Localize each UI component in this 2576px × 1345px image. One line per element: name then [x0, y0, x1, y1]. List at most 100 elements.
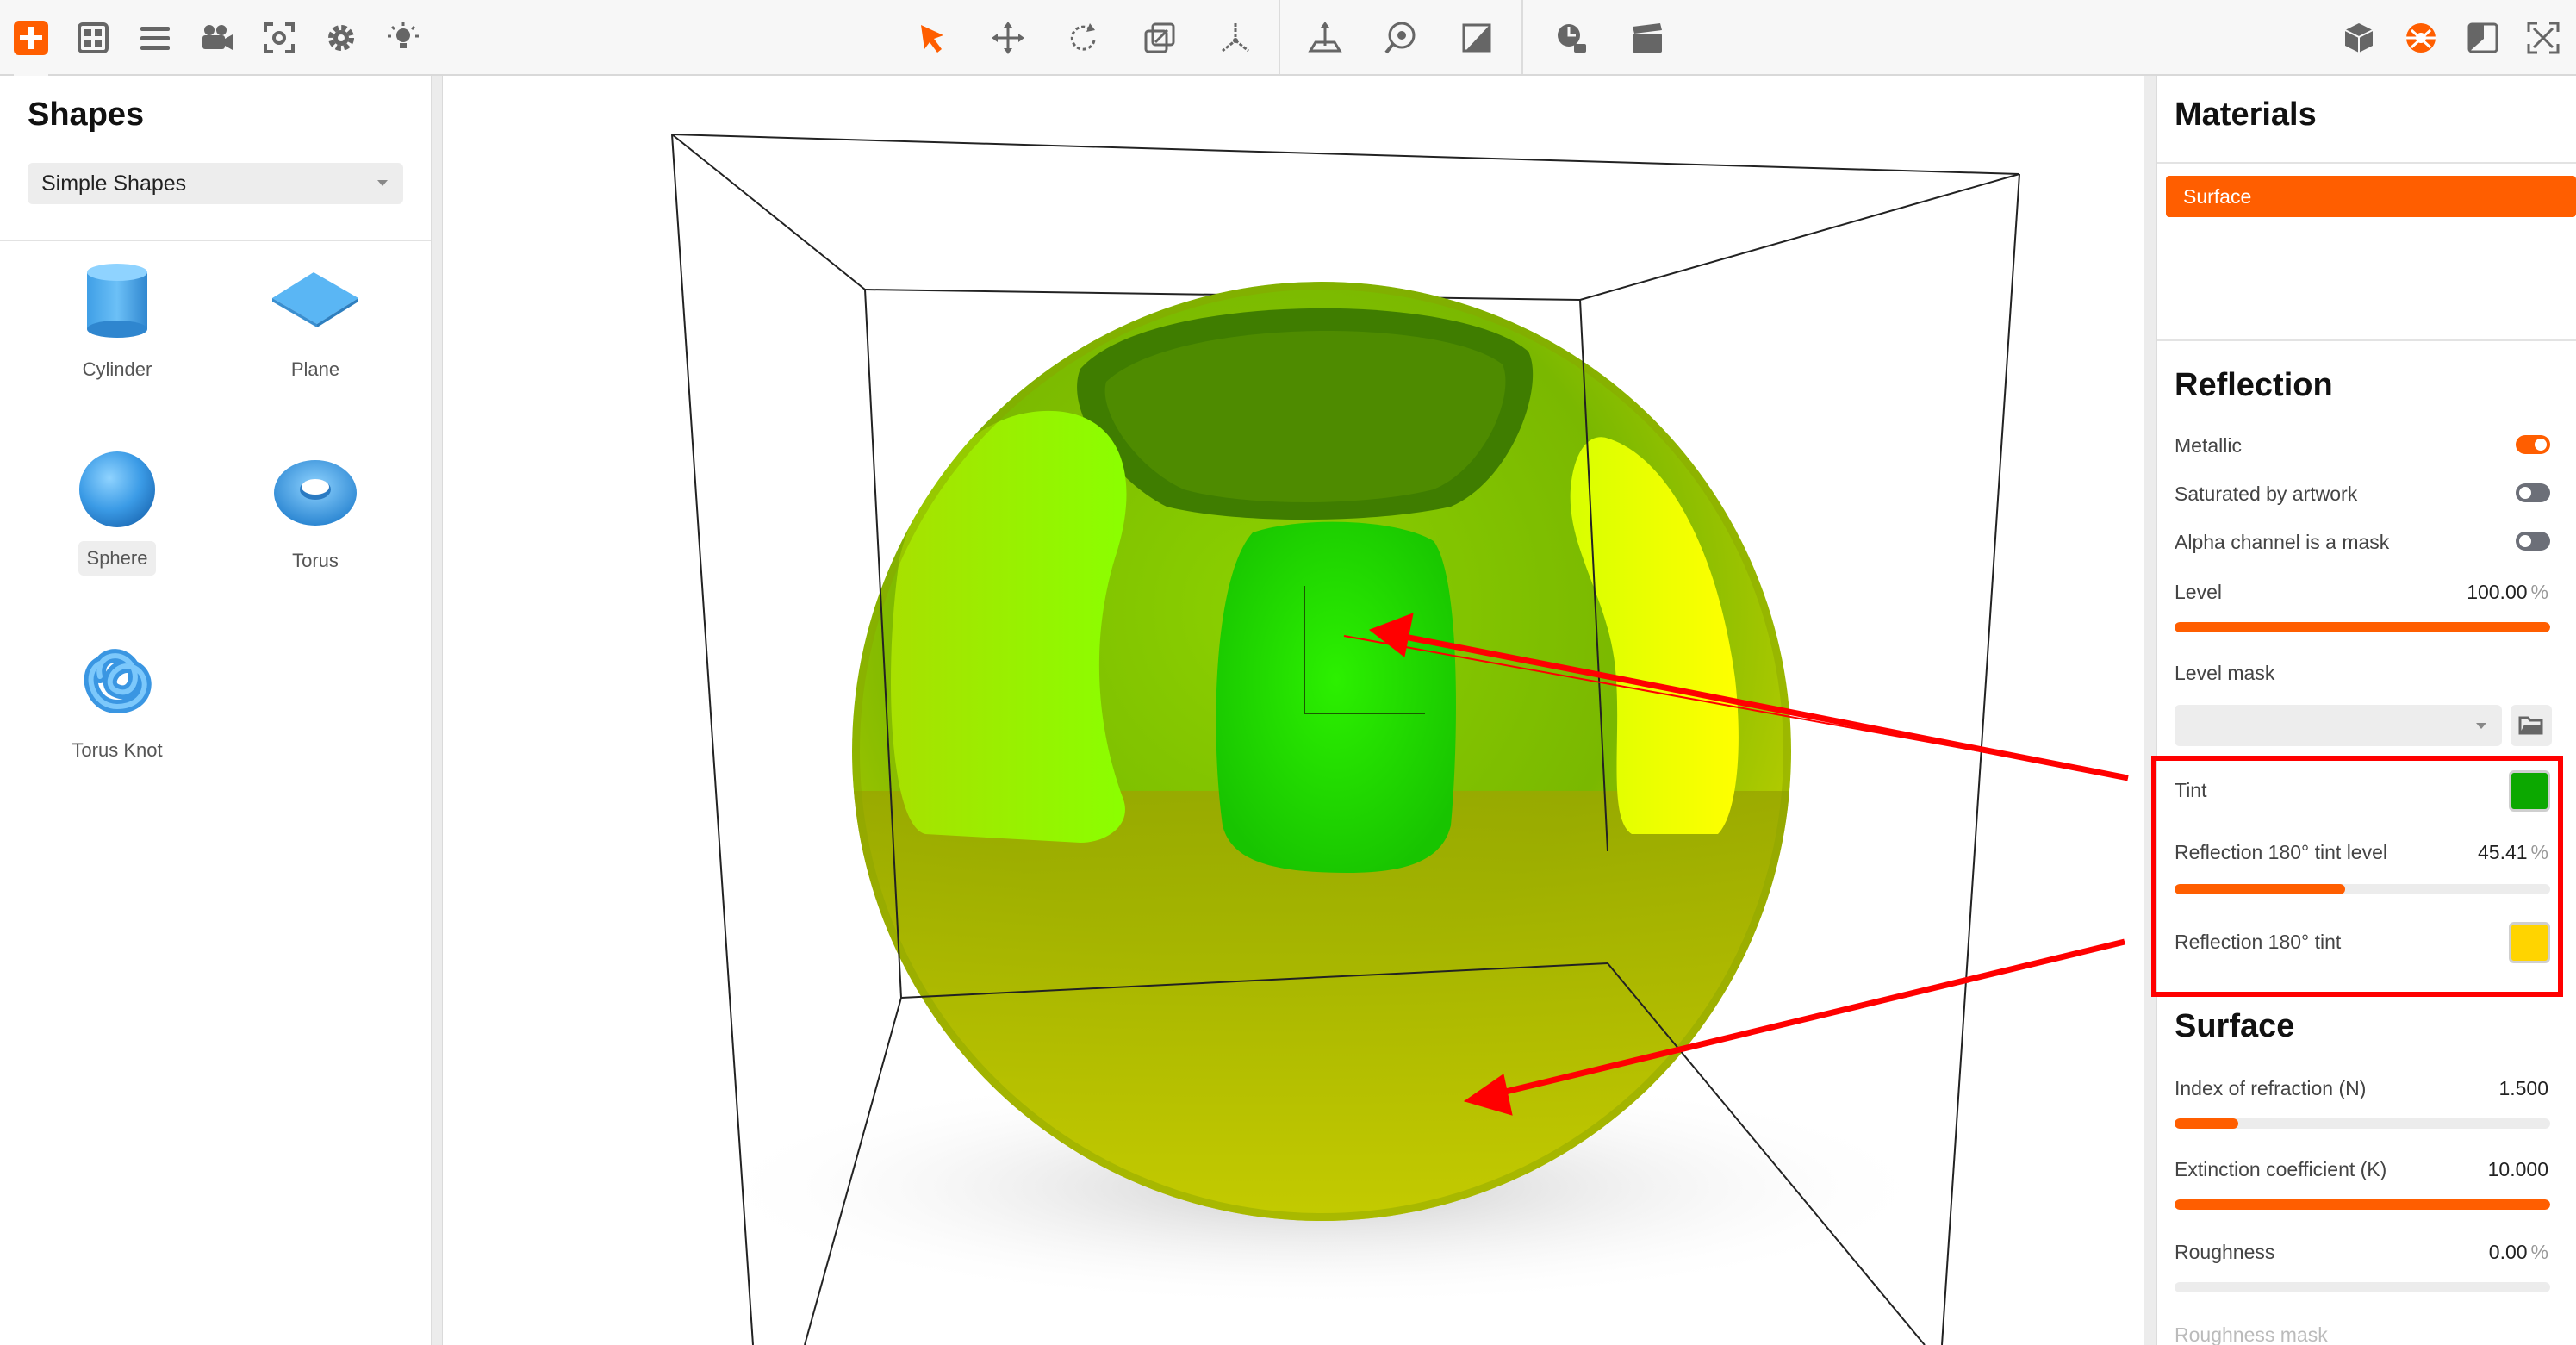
- right-splitter[interactable]: [2144, 76, 2156, 1345]
- shape-item-torus-knot[interactable]: Torus Knot: [48, 638, 186, 810]
- rotate-tool-button[interactable]: [1061, 16, 1106, 60]
- tint180-level-slider-fill: [2175, 884, 2345, 894]
- shape-label-sphere: Sphere: [78, 541, 156, 576]
- top-toolbar: [0, 0, 2576, 76]
- level-mask-browse-button[interactable]: [2511, 705, 2552, 746]
- focus-button[interactable]: [257, 16, 302, 60]
- extinction-slider-fill: [2175, 1199, 2550, 1210]
- shape-label-torus-knot: Torus Knot: [72, 739, 163, 761]
- alpha-mask-label: Alpha channel is a mask: [2175, 531, 2390, 553]
- scale-tool-button[interactable]: [1137, 16, 1182, 60]
- shape-label-cylinder: Cylinder: [82, 358, 152, 380]
- materials-tab-button[interactable]: [2399, 16, 2443, 60]
- shapes-category-select[interactable]: Simple Shapes: [28, 163, 403, 204]
- shape-label-plane: Plane: [290, 358, 340, 380]
- extinction-label: Extinction coefficient (K): [2175, 1158, 2387, 1180]
- ior-label: Index of refraction (N): [2175, 1077, 2367, 1099]
- ior-slider[interactable]: [2175, 1118, 2550, 1129]
- tint180-level-label: Reflection 180° tint level: [2175, 841, 2388, 863]
- animation-icon: [1633, 23, 1662, 53]
- level-unit: %: [2530, 581, 2548, 603]
- level-slider[interactable]: [2175, 622, 2550, 632]
- ground-plane-button[interactable]: [1303, 16, 1347, 60]
- shape-label-torus: Torus: [292, 550, 339, 571]
- alpha-mask-toggle[interactable]: [2516, 532, 2550, 551]
- left-splitter[interactable]: [432, 76, 443, 1345]
- extinction-slider[interactable]: [2175, 1199, 2550, 1210]
- divider: [0, 240, 431, 241]
- ground-plane-icon: [1308, 22, 1342, 53]
- menu-icon: [140, 27, 170, 50]
- rotate-icon: [1070, 23, 1096, 51]
- shapes-panel: Shapes Simple Shapes Cylinder Plane Sphe…: [0, 76, 432, 1345]
- add-button[interactable]: [9, 16, 53, 76]
- scale-icon: [1144, 22, 1175, 53]
- panel-layout-button[interactable]: [2461, 16, 2505, 60]
- camera-button[interactable]: [195, 16, 240, 60]
- 3d-viewport[interactable]: [443, 76, 2144, 1345]
- chevron-down-icon: [2476, 723, 2486, 729]
- divider: [2157, 339, 2576, 341]
- roughness-slider[interactable]: [2175, 1282, 2550, 1292]
- object-properties-button[interactable]: [2336, 16, 2381, 60]
- tint180-level-number: 45.41: [2477, 841, 2528, 863]
- reflection-title: Reflection: [2175, 367, 2333, 403]
- tint-color-swatch[interactable]: [2509, 770, 2550, 812]
- material-list-item[interactable]: Surface: [2166, 176, 2576, 217]
- gear-icon: [328, 25, 354, 51]
- environment-button[interactable]: [1378, 16, 1423, 60]
- torus-icon: [274, 460, 357, 526]
- backplate-button[interactable]: [1454, 16, 1499, 60]
- panel-icon: [2467, 22, 2498, 53]
- camera-icon: [202, 25, 233, 50]
- shape-item-torus[interactable]: Torus: [246, 448, 384, 620]
- metallic-label: Metallic: [2175, 434, 2242, 457]
- torus-knot-icon: [84, 649, 152, 714]
- roughness-value[interactable]: 0.00%: [2489, 1241, 2548, 1264]
- animation-button[interactable]: [1625, 16, 1670, 60]
- tint180-level-slider[interactable]: [2175, 884, 2550, 894]
- roughness-label: Roughness: [2175, 1241, 2275, 1263]
- settings-button[interactable]: [319, 16, 364, 60]
- extinction-value[interactable]: 10.000: [2488, 1158, 2548, 1181]
- level-label: Level: [2175, 581, 2222, 603]
- viewport-render: [443, 76, 2144, 1345]
- select-tool-button[interactable]: [910, 16, 955, 60]
- level-number: 100.00: [2467, 581, 2528, 603]
- level-value[interactable]: 100.00%: [2467, 581, 2548, 604]
- roughness-mask-label: Roughness mask: [2175, 1323, 2328, 1345]
- roughness-number: 0.00: [2488, 1241, 2528, 1263]
- backplate-icon: [1462, 23, 1491, 53]
- light-icon: [388, 22, 419, 48]
- metallic-toggle[interactable]: [2516, 435, 2550, 454]
- render-button[interactable]: [1549, 16, 1594, 60]
- materials-title: Materials: [2175, 97, 2317, 133]
- render-icon: [1558, 24, 1586, 53]
- tint180-color-swatch[interactable]: [2509, 922, 2550, 963]
- shape-item-sphere[interactable]: Sphere: [48, 448, 186, 620]
- lighting-button[interactable]: [381, 16, 426, 60]
- fullscreen-button[interactable]: [2521, 16, 2566, 60]
- plane-icon: [272, 272, 358, 327]
- tint180-level-value[interactable]: 45.41%: [2478, 841, 2548, 864]
- layout-button[interactable]: [71, 16, 115, 60]
- select-arrow-icon: [921, 25, 943, 53]
- shape-item-cylinder[interactable]: Cylinder: [48, 257, 186, 429]
- chevron-down-icon: [377, 180, 388, 186]
- shapes-category-value: Simple Shapes: [41, 171, 187, 196]
- ior-slider-fill: [2175, 1118, 2239, 1129]
- shapes-title: Shapes: [28, 97, 145, 133]
- level-mask-select[interactable]: [2175, 705, 2502, 746]
- tint180-level-unit: %: [2530, 841, 2548, 863]
- tint-label: Tint: [2175, 779, 2207, 801]
- ior-value[interactable]: 1.500: [2498, 1077, 2548, 1100]
- saturated-toggle[interactable]: [2516, 483, 2550, 502]
- focus-icon: [264, 22, 295, 53]
- saturated-label: Saturated by artwork: [2175, 483, 2358, 505]
- level-mask-label: Level mask: [2175, 662, 2275, 684]
- folder-icon: [2518, 716, 2543, 735]
- move-tool-button[interactable]: [986, 16, 1030, 60]
- shape-item-plane[interactable]: Plane: [246, 257, 384, 429]
- scene-tree-button[interactable]: [133, 16, 177, 60]
- pivot-tool-button[interactable]: [1213, 16, 1258, 60]
